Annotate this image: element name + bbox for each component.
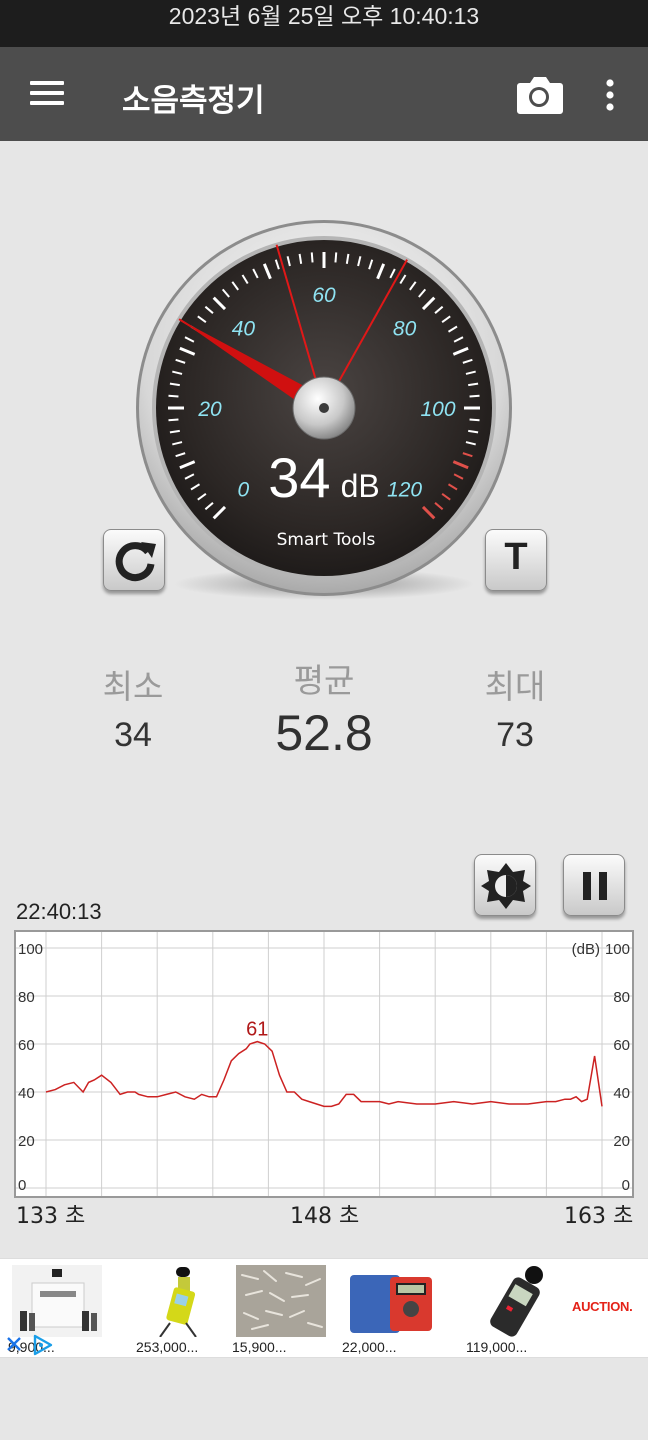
- handheld-meter-image: [470, 1265, 560, 1337]
- stat-max: 최대 73: [415, 660, 615, 755]
- stat-max-label: 최대: [484, 667, 546, 706]
- graph-time: 22:40:13: [16, 899, 102, 924]
- chart-ytick-right: 0: [622, 1177, 630, 1194]
- chart-unit-label: (dB): [572, 941, 600, 958]
- t-button[interactable]: T: [485, 529, 547, 591]
- chart-ytick-right: 100: [605, 941, 630, 958]
- gauge-tick: [469, 394, 480, 398]
- x-axis-mid: 148 초: [290, 1204, 360, 1229]
- sound-meter-image: [140, 1265, 230, 1337]
- gauge-reading-unit: dB: [341, 468, 380, 504]
- gauge-scale-label: 100: [420, 398, 455, 421]
- stat-max-value: 73: [496, 716, 534, 754]
- chart-ytick-left: 80: [18, 989, 35, 1006]
- stat-avg-value: 52.8: [275, 705, 373, 761]
- brightness-icon: [481, 863, 531, 909]
- app-title: 소음측정기: [122, 83, 265, 119]
- status-datetime: 2023년 6월 25일 오후 10:40:13: [168, 3, 480, 29]
- gauge-scale-label: 60: [312, 284, 336, 307]
- chart-ytick-right: 80: [613, 989, 630, 1006]
- stat-min: 최소 34: [33, 660, 233, 755]
- gauge-scale-label: 120: [387, 479, 422, 502]
- reset-button[interactable]: [103, 529, 165, 591]
- chart-ytick-right: 20: [613, 1133, 630, 1150]
- gauge-scale-label: 0: [238, 479, 250, 502]
- ad-banner: 9,900... 253,000... 15,900... 22,000... …: [0, 1258, 648, 1358]
- stats-panel: 최소 34 평균 52.8 최대 73: [0, 660, 648, 770]
- gauge-dial: 0 20 40 60 80 100 120 34 dB Smart Tools: [136, 220, 512, 600]
- ad-item[interactable]: 22,000...: [342, 1265, 438, 1355]
- multimeter-case-image: [346, 1265, 436, 1337]
- app-bar: 소음측정기: [0, 47, 648, 141]
- gauge-scale-label: 40: [232, 317, 256, 340]
- pause-icon: [583, 872, 607, 900]
- fragrance-set-image: [12, 1265, 102, 1337]
- menu-icon[interactable]: [22, 77, 70, 113]
- refresh-icon: [115, 542, 156, 582]
- chart-ytick-right: 60: [613, 1037, 630, 1054]
- camera-icon[interactable]: [514, 73, 564, 117]
- ad-item[interactable]: 119,000...: [466, 1265, 562, 1355]
- brightness-button[interactable]: [474, 854, 536, 916]
- x-axis-start: 133 초: [16, 1204, 86, 1229]
- dried-anchovy-image: [236, 1265, 326, 1337]
- ad-item[interactable]: 253,000...: [136, 1265, 232, 1355]
- stat-min-label: 최소: [102, 667, 164, 706]
- ad-price: 253,000...: [136, 1339, 199, 1355]
- ad-price: 15,900...: [232, 1339, 287, 1355]
- chart-ytick-left: 0: [18, 1177, 26, 1194]
- ad-close-icon[interactable]: [4, 1333, 24, 1355]
- gauge-tick: [334, 252, 338, 263]
- gauge-tick: [168, 418, 179, 422]
- stat-avg: 평균 52.8: [224, 654, 424, 762]
- gauge-tick: [469, 418, 480, 422]
- stat-avg-label: 평균: [293, 661, 355, 700]
- chart-ytick-left: 60: [18, 1037, 35, 1054]
- gauge-scale-label: 80: [393, 317, 417, 340]
- gauge-reading-value: 34: [268, 446, 330, 509]
- x-axis-end: 163 초: [564, 1204, 634, 1229]
- chart-ytick-left: 20: [18, 1133, 35, 1150]
- chart-ytick-right: 40: [613, 1085, 630, 1102]
- stat-min-value: 34: [114, 716, 152, 754]
- status-bar: 2023년 6월 25일 오후 10:40:13: [0, 0, 648, 47]
- ad-price: 22,000...: [342, 1339, 397, 1355]
- ad-item[interactable]: 15,900...: [232, 1265, 328, 1355]
- ad-choices-icon[interactable]: [30, 1333, 56, 1357]
- chart-ytick-left: 100: [18, 941, 43, 958]
- chart-peak-label: 61: [246, 1019, 268, 1041]
- more-vert-icon[interactable]: [594, 75, 626, 115]
- pause-button[interactable]: [563, 854, 625, 916]
- gauge-tick: [310, 252, 314, 263]
- auction-logo[interactable]: AUCTION.: [572, 1299, 633, 1314]
- sound-level-gauge: 0 20 40 60 80 100 120 34 dB Smart Tools: [134, 218, 514, 604]
- brand-label: Smart Tools: [277, 530, 376, 550]
- ad-price: 119,000...: [466, 1339, 528, 1355]
- ad-price: 9,900...: [8, 1339, 55, 1355]
- gauge-scale-label: 20: [197, 398, 222, 421]
- chart-ytick-left: 40: [18, 1085, 35, 1102]
- gauge-tick: [168, 394, 179, 398]
- noise-history-chart: 0 20 40 60 80 100 0 20 40 60 80 100 (dB) 61: [14, 930, 634, 1198]
- t-button-label: T: [504, 536, 528, 578]
- chart-plot: 0 20 40 60 80 100 0 20 40 60 80 100 (dB) 61: [16, 932, 632, 1196]
